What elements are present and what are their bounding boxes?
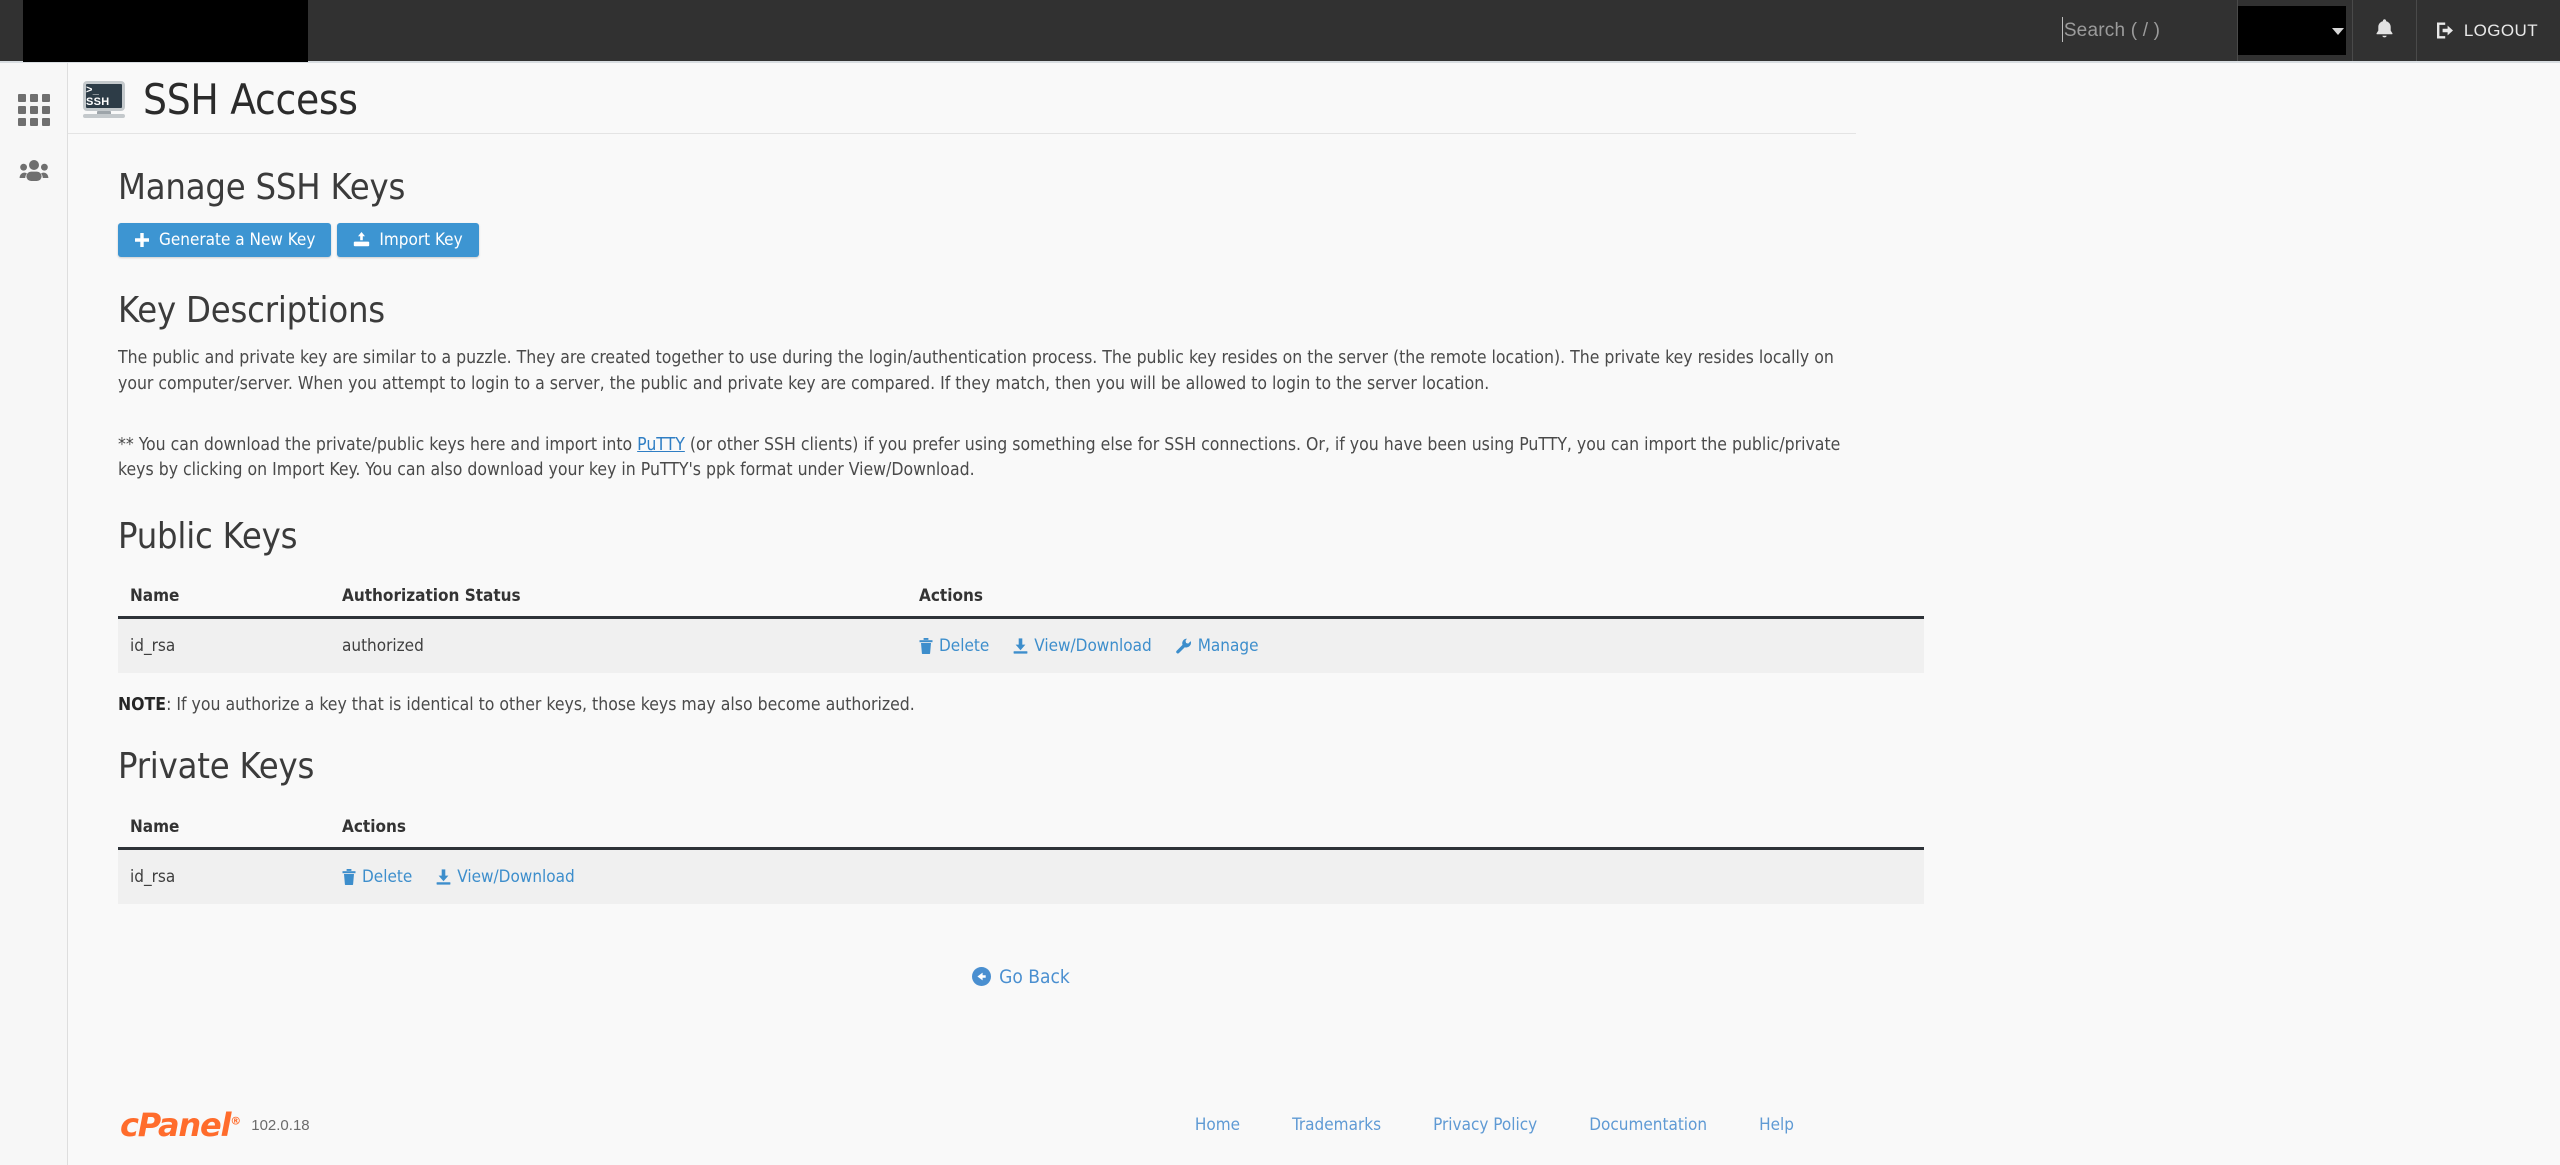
view-download-public-key-link[interactable]: View/Download <box>1013 636 1151 656</box>
brand-logo-redacted[interactable] <box>23 0 308 62</box>
ssh-icon-text: >_ SSH <box>86 84 122 108</box>
generate-new-key-button[interactable]: Generate a New Key <box>118 223 331 257</box>
public-key-name: id_rsa <box>118 618 330 674</box>
manage-public-key-link[interactable]: Manage <box>1176 636 1259 656</box>
page-header: >_ SSH SSH Access <box>68 63 1856 134</box>
key-descriptions-paragraph-1: The public and private key are similar t… <box>118 346 1874 396</box>
private-keys-heading: Private Keys <box>118 745 1874 788</box>
cpanel-version: 102.0.18 <box>251 1117 309 1134</box>
delete-public-key-label: Delete <box>939 636 989 656</box>
table-row: id_rsa Del <box>118 848 1924 904</box>
note-label: NOTE <box>118 695 166 715</box>
public-keys-table: Name Authorization Status Actions id_rsa… <box>118 580 1924 673</box>
ssh-terminal-icon: >_ SSH <box>81 81 127 119</box>
left-sidebar <box>0 63 68 1165</box>
column-header-authorization-status: Authorization Status <box>330 580 907 618</box>
putty-link[interactable]: PuTTY <box>637 435 685 455</box>
cpanel-registered-mark: ® <box>230 1114 241 1127</box>
top-bar-right-group: Search ( / ) LOGOUT <box>2038 0 2560 61</box>
arrow-circle-left-icon <box>972 967 991 986</box>
private-key-actions: Delete View/Downloa <box>330 848 1924 904</box>
sign-out-icon <box>2435 21 2456 40</box>
manage-ssh-keys-heading: Manage SSH Keys <box>118 166 1874 209</box>
download-icon <box>436 869 451 885</box>
table-header-row: Name Actions <box>118 811 1924 849</box>
import-key-button[interactable]: Import Key <box>337 223 478 257</box>
download-icon <box>1013 638 1028 654</box>
public-key-actions: Delete View/Downloa <box>907 618 1924 674</box>
upload-icon <box>353 232 370 248</box>
users-group-icon <box>19 158 49 187</box>
table-row: id_rsa authorized <box>118 618 1924 674</box>
generate-new-key-label: Generate a New Key <box>159 230 315 250</box>
wrench-icon <box>1176 638 1192 654</box>
page-footer: cPanel® 102.0.18 Home Trademarks Privacy… <box>68 1085 1856 1165</box>
plus-icon <box>134 232 150 248</box>
column-header-actions: Actions <box>907 580 1924 618</box>
sidebar-item-users[interactable] <box>0 141 68 203</box>
content-body: Manage SSH Keys Generate a New Key Im <box>68 166 1874 988</box>
apps-grid-icon <box>18 94 50 126</box>
view-download-private-key-label: View/Download <box>457 867 574 887</box>
action-button-row: Generate a New Key Import Key <box>118 223 1874 257</box>
table-header-row: Name Authorization Status Actions <box>118 580 1924 618</box>
delete-public-key-link[interactable]: Delete <box>919 636 989 656</box>
trash-icon <box>342 869 356 885</box>
chevron-down-icon <box>2332 28 2344 35</box>
column-header-name: Name <box>118 580 330 618</box>
notifications-button[interactable] <box>2353 0 2417 61</box>
cpanel-logo-text: cPanel <box>120 1106 230 1144</box>
column-header-name: Name <box>118 811 330 849</box>
cpanel-logo: cPanel® <box>120 1106 241 1144</box>
public-key-status: authorized <box>330 618 907 674</box>
key-descriptions-paragraph-2: ** You can download the private/public k… <box>118 433 1874 483</box>
page-title: SSH Access <box>143 79 358 121</box>
footer-link-trademarks[interactable]: Trademarks <box>1292 1115 1381 1135</box>
view-download-private-key-link[interactable]: View/Download <box>436 867 574 887</box>
delete-private-key-label: Delete <box>362 867 412 887</box>
public-keys-heading: Public Keys <box>118 515 1874 558</box>
public-keys-note: NOTE: If you authorize a key that is ide… <box>118 695 1874 715</box>
logout-label: LOGOUT <box>2464 21 2538 41</box>
go-back-label: Go Back <box>999 966 1070 988</box>
import-key-label: Import Key <box>379 230 462 250</box>
main-content: >_ SSH SSH Access Manage SSH Keys Genera… <box>68 63 1856 988</box>
username-redacted <box>2238 6 2346 55</box>
search-placeholder: Search ( / ) <box>2064 20 2160 42</box>
private-keys-table: Name Actions id_rsa <box>118 811 1924 904</box>
view-download-public-key-label: View/Download <box>1034 636 1151 656</box>
column-header-actions: Actions <box>330 811 1924 849</box>
go-back-link[interactable]: Go Back <box>972 966 1070 988</box>
private-key-name: id_rsa <box>118 848 330 904</box>
note-text: : If you authorize a key that is identic… <box>166 695 915 715</box>
manage-public-key-label: Manage <box>1198 636 1259 656</box>
footer-link-privacy-policy[interactable]: Privacy Policy <box>1433 1115 1537 1135</box>
footer-links: Home Trademarks Privacy Policy Documenta… <box>1195 1115 1808 1135</box>
go-back-container: Go Back <box>118 966 1924 988</box>
trash-icon <box>919 638 933 654</box>
search-input[interactable]: Search ( / ) <box>2038 0 2238 61</box>
sidebar-item-apps[interactable] <box>0 79 68 141</box>
para2-before: ** You can download the private/public k… <box>118 435 637 455</box>
footer-link-home[interactable]: Home <box>1195 1115 1240 1135</box>
bell-icon <box>2374 17 2395 45</box>
delete-private-key-link[interactable]: Delete <box>342 867 412 887</box>
footer-link-help[interactable]: Help <box>1759 1115 1794 1135</box>
key-descriptions-heading: Key Descriptions <box>118 289 1874 332</box>
logout-button[interactable]: LOGOUT <box>2417 0 2560 61</box>
text-caret <box>2062 17 2063 42</box>
footer-link-documentation[interactable]: Documentation <box>1589 1115 1707 1135</box>
top-bar: Search ( / ) LOGOUT <box>0 0 2560 63</box>
user-menu-button[interactable] <box>2238 0 2353 61</box>
